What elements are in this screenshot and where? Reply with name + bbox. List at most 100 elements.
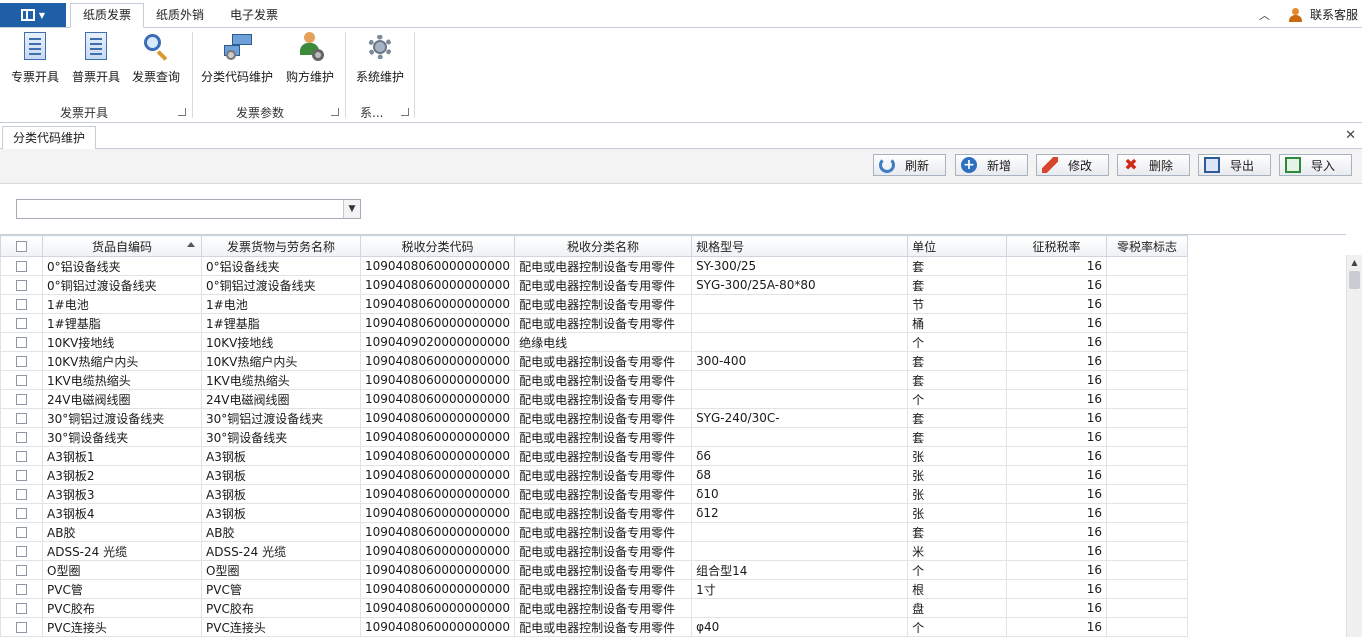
table-cell[interactable]: 配电或电器控制设备专用零件 bbox=[514, 294, 693, 314]
table-cell[interactable]: PVC连接头 bbox=[42, 617, 202, 637]
table-cell[interactable]: 16 bbox=[1006, 522, 1108, 542]
group-launcher-icon[interactable] bbox=[178, 108, 186, 116]
table-cell[interactable] bbox=[691, 522, 909, 542]
table-row[interactable]: A3钢板3 A3钢板 1090408060000000000 配电或电器控制设备专用零… bbox=[0, 484, 1189, 504]
table-cell[interactable]: 配电或电器控制设备专用零件 bbox=[514, 579, 693, 599]
table-cell[interactable]: 1090408060000000000 bbox=[359, 465, 516, 485]
table-cell[interactable]: 24V电磁阀线圈 bbox=[201, 389, 361, 409]
contact-support-link[interactable]: 联系客服 bbox=[1310, 6, 1358, 23]
table-cell[interactable]: 配电或电器控制设备专用零件 bbox=[514, 598, 693, 618]
table-cell[interactable]: δ12 bbox=[691, 503, 909, 523]
table-cell[interactable]: 配电或电器控制设备专用零件 bbox=[514, 522, 693, 542]
table-row[interactable]: A3钢板2 A3钢板 1090408060000000000 配电或电器控制设备专用零… bbox=[0, 465, 1189, 485]
table-cell[interactable]: δ10 bbox=[691, 484, 909, 504]
table-cell[interactable]: 配电或电器控制设备专用零件 bbox=[514, 427, 693, 447]
table-cell[interactable]: 配电或电器控制设备专用零件 bbox=[514, 503, 693, 523]
table-cell[interactable]: 配电或电器控制设备专用零件 bbox=[514, 275, 693, 295]
row-checkbox[interactable] bbox=[0, 408, 43, 428]
table-cell[interactable] bbox=[1106, 522, 1189, 542]
table-cell[interactable] bbox=[1106, 351, 1189, 371]
table-row[interactable]: 30°铜铝过渡设备线夹 30°铜铝过渡设备线夹 109040806000000000… bbox=[0, 408, 1189, 428]
close-icon[interactable]: ✕ bbox=[1345, 128, 1356, 143]
table-cell[interactable]: 配电或电器控制设备专用零件 bbox=[514, 370, 693, 390]
table-cell[interactable]: O型圈 bbox=[42, 560, 202, 580]
table-cell[interactable] bbox=[1106, 503, 1189, 523]
filter-combobox[interactable]: ▼ bbox=[16, 199, 361, 219]
table-cell[interactable]: 16 bbox=[1006, 541, 1108, 561]
table-row[interactable]: O型圈 O型圈 1090408060000000000 配电或电器控制设备专用零件 组合… bbox=[0, 560, 1189, 580]
column-header[interactable]: 发票货物与劳务名称 bbox=[201, 235, 361, 257]
table-row[interactable]: PVC连接头 PVC连接头 1090408060000000000 配电或电器控制设备… bbox=[0, 617, 1189, 637]
table-cell[interactable]: 24V电磁阀线圈 bbox=[42, 389, 202, 409]
table-cell[interactable]: 1090408060000000000 bbox=[359, 370, 516, 390]
table-cell[interactable]: 0°铝设备线夹 bbox=[42, 256, 202, 276]
category-code-button[interactable]: 分类代码维护 bbox=[200, 32, 274, 85]
table-cell[interactable]: 16 bbox=[1006, 617, 1108, 637]
table-cell[interactable] bbox=[1106, 275, 1189, 295]
column-header[interactable]: 税收分类代码 bbox=[359, 235, 516, 257]
table-cell[interactable] bbox=[691, 598, 909, 618]
row-checkbox[interactable] bbox=[0, 617, 43, 637]
table-cell[interactable]: PVC连接头 bbox=[201, 617, 361, 637]
row-checkbox[interactable] bbox=[0, 598, 43, 618]
table-cell[interactable]: δ6 bbox=[691, 446, 909, 466]
table-cell[interactable]: 10KV热缩户内头 bbox=[201, 351, 361, 371]
table-cell[interactable]: 1090408060000000000 bbox=[359, 313, 516, 333]
table-cell[interactable]: 组合型14 bbox=[691, 560, 909, 580]
app-menu-button[interactable]: ▼ bbox=[0, 3, 66, 27]
table-row[interactable]: 30°铜设备线夹 30°铜设备线夹 1090408060000000000 配电或电器… bbox=[0, 427, 1189, 447]
table-row[interactable]: PVC胶布 PVC胶布 1090408060000000000 配电或电器控制设备专用… bbox=[0, 598, 1189, 618]
table-cell[interactable]: 1寸 bbox=[691, 579, 909, 599]
table-cell[interactable]: 16 bbox=[1006, 579, 1108, 599]
table-cell[interactable]: 16 bbox=[1006, 560, 1108, 580]
row-checkbox[interactable] bbox=[0, 313, 43, 333]
table-cell[interactable]: AB胶 bbox=[42, 522, 202, 542]
normal-invoice-button[interactable]: 普票开具 bbox=[65, 32, 127, 85]
table-cell[interactable]: 1KV电缆热缩头 bbox=[42, 370, 202, 390]
row-checkbox[interactable] bbox=[0, 465, 43, 485]
refresh-button[interactable]: 刷新 bbox=[873, 154, 946, 176]
table-cell[interactable]: 16 bbox=[1006, 370, 1108, 390]
table-cell[interactable]: 16 bbox=[1006, 294, 1108, 314]
table-cell[interactable]: 16 bbox=[1006, 427, 1108, 447]
table-cell[interactable]: 16 bbox=[1006, 256, 1108, 276]
table-cell[interactable]: δ8 bbox=[691, 465, 909, 485]
table-cell[interactable] bbox=[691, 313, 909, 333]
scrollbar-thumb[interactable] bbox=[1349, 271, 1360, 289]
table-cell[interactable] bbox=[1106, 427, 1189, 447]
table-cell[interactable]: 0°铜铝过渡设备线夹 bbox=[201, 275, 361, 295]
column-header[interactable]: 税收分类名称 bbox=[514, 235, 693, 257]
table-cell[interactable]: 套 bbox=[907, 351, 1008, 371]
row-checkbox[interactable] bbox=[0, 294, 43, 314]
table-cell[interactable]: 套 bbox=[907, 427, 1008, 447]
table-cell[interactable] bbox=[1106, 256, 1189, 276]
table-cell[interactable]: 1090408060000000000 bbox=[359, 275, 516, 295]
table-cell[interactable]: 1090408060000000000 bbox=[359, 427, 516, 447]
table-cell[interactable]: 配电或电器控制设备专用零件 bbox=[514, 313, 693, 333]
group-launcher-icon[interactable] bbox=[331, 108, 339, 116]
table-cell[interactable]: 300-400 bbox=[691, 351, 909, 371]
table-cell[interactable]: 16 bbox=[1006, 446, 1108, 466]
table-cell[interactable]: 套 bbox=[907, 522, 1008, 542]
table-row[interactable]: 1KV电缆热缩头 1KV电缆热缩头 1090408060000000000 配电或电器… bbox=[0, 370, 1189, 390]
table-cell[interactable]: AB胶 bbox=[201, 522, 361, 542]
system-maintenance-button[interactable]: 系统维护 bbox=[349, 32, 411, 85]
table-cell[interactable]: A3钢板 bbox=[201, 465, 361, 485]
table-cell[interactable]: A3钢板1 bbox=[42, 446, 202, 466]
column-header[interactable]: 征税税率 bbox=[1006, 235, 1108, 257]
table-cell[interactable]: A3钢板 bbox=[201, 503, 361, 523]
column-header[interactable]: 货品自编码 bbox=[42, 235, 202, 257]
ribbon-tab-paper-invoice[interactable]: 纸质发票 bbox=[70, 3, 145, 28]
table-cell[interactable] bbox=[1106, 579, 1189, 599]
table-cell[interactable]: ADSS-24 光缆 bbox=[201, 541, 361, 561]
table-cell[interactable]: 张 bbox=[907, 465, 1008, 485]
import-button[interactable]: 导入 bbox=[1279, 154, 1352, 176]
row-checkbox[interactable] bbox=[0, 332, 43, 352]
table-cell[interactable]: A3钢板 bbox=[201, 446, 361, 466]
table-cell[interactable]: 1090408060000000000 bbox=[359, 598, 516, 618]
table-cell[interactable]: 16 bbox=[1006, 484, 1108, 504]
table-row[interactable]: ADSS-24 光缆 ADSS-24 光缆 1090408060000000000 配… bbox=[0, 541, 1189, 561]
table-cell[interactable]: 1090408060000000000 bbox=[359, 294, 516, 314]
table-cell[interactable]: 16 bbox=[1006, 408, 1108, 428]
table-cell[interactable]: 配电或电器控制设备专用零件 bbox=[514, 465, 693, 485]
